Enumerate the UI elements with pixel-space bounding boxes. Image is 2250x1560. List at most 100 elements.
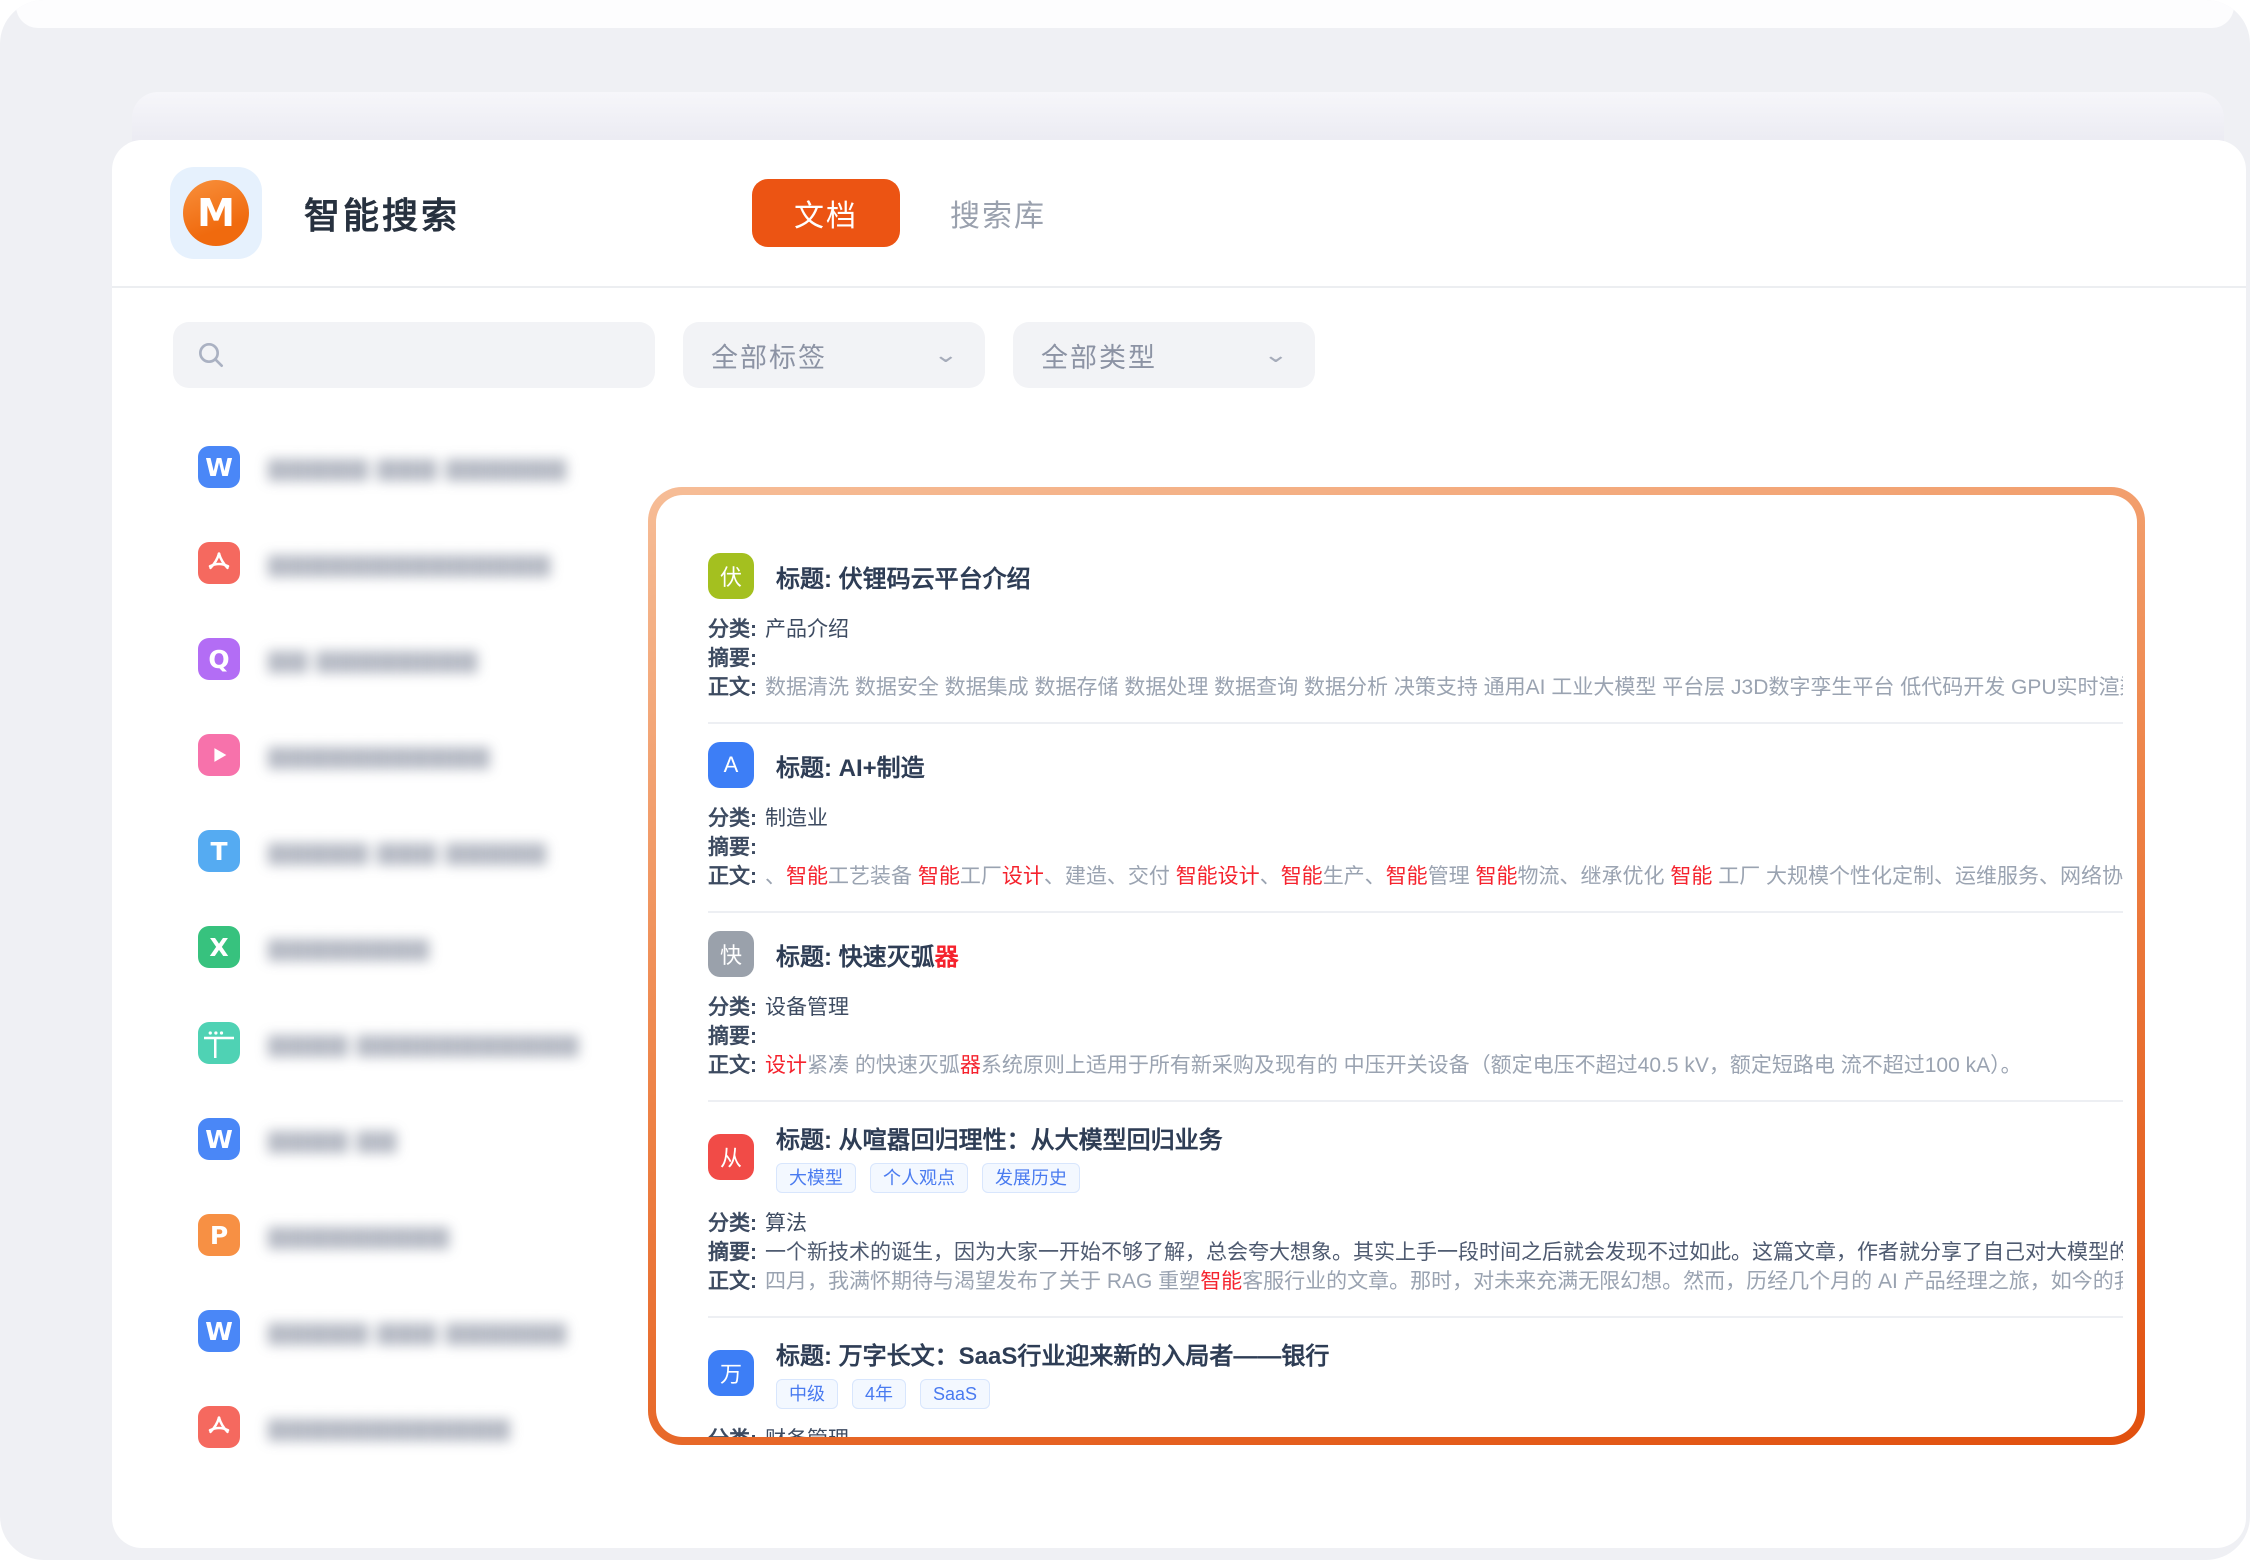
txt-file-icon: T xyxy=(198,830,240,872)
category-value: 设备管理 xyxy=(765,996,849,1019)
highlighted-keyword: 智能设计 xyxy=(1176,865,1260,888)
highlighted-keyword: 设计 xyxy=(1002,865,1044,888)
search-result-item[interactable]: 伏 标题: 伏锂码云平台介绍 分类: 产品介绍 摘要: 正文: 数据清洗 数据安全 … xyxy=(708,535,2123,722)
category-value: 产品介绍 xyxy=(765,618,849,641)
file-name-blurred: ▆▆ ▆▆▆▆▆▆▆▆ xyxy=(268,644,478,674)
result-badge: 万 xyxy=(708,1350,754,1396)
page-title: 智能搜索 xyxy=(304,187,460,239)
result-body-line: 正文:四月，我满怀期待与渴望发布了关于 RAG 重塑智能客服行业的文章。那时，对… xyxy=(708,1267,2123,1296)
result-title-block: 标题: 从喧嚣回归理性：从大模型回归业务 大模型个人观点发展历史 xyxy=(776,1120,1223,1193)
filter-row: 全部标签 ⌄ 全部类型 ⌄ xyxy=(173,322,1315,388)
word-file-icon: W xyxy=(198,1118,240,1160)
body-label: 正文: xyxy=(708,676,757,699)
tab-search-library[interactable]: 搜索库 xyxy=(908,179,1088,247)
tab-documents[interactable]: 文档 xyxy=(752,179,900,247)
result-abstract-line: 摘要: xyxy=(708,1022,2123,1051)
file-name-blurred: ▆▆▆▆▆ ▆▆▆ ▆▆▆▆▆ xyxy=(268,836,547,866)
result-badge: 从 xyxy=(708,1134,754,1180)
web-file-icon xyxy=(198,1022,240,1064)
highlighted-keyword: 设计 xyxy=(765,1054,807,1077)
word-file-icon: W xyxy=(198,446,240,488)
body-value: 设计紧凑 的快速灭弧器系统原则上适用于所有新采购及现有的 中压开关设备（额定电压… xyxy=(765,1054,2022,1077)
tag-filter-value: 全部标签 xyxy=(711,336,827,375)
category-value: 算法 xyxy=(765,1212,807,1235)
result-title: 标题: 伏锂码云平台介绍 xyxy=(776,559,1031,594)
abstract-label: 摘要: xyxy=(708,1241,757,1264)
tabs: 文档 搜索库 xyxy=(752,140,1088,286)
body-label: 正文: xyxy=(708,865,757,888)
result-title-block: 标题: 快速灭弧器 xyxy=(776,937,959,972)
results-list: 伏 标题: 伏锂码云平台介绍 分类: 产品介绍 摘要: 正文: 数据清洗 数据安全 … xyxy=(656,495,2137,1437)
type-filter-value: 全部类型 xyxy=(1041,336,1157,375)
chevron-down-icon: ⌄ xyxy=(1262,342,1291,368)
file-name-blurred: ▆▆▆▆ ▆▆ xyxy=(268,1124,397,1154)
result-tag: 发展历史 xyxy=(982,1163,1080,1193)
category-label: 分类: xyxy=(708,618,757,641)
excel-file-icon: X xyxy=(198,926,240,968)
search-icon xyxy=(195,339,227,371)
chevron-down-icon: ⌄ xyxy=(932,342,961,368)
result-body-line: 正文:、智能工艺装备 智能工厂设计、建造、交付 智能设计、智能生产、智能管理 智… xyxy=(708,862,2123,891)
result-badge: 伏 xyxy=(708,553,754,599)
result-header: 从 标题: 从喧嚣回归理性：从大模型回归业务 大模型个人观点发展历史 xyxy=(708,1120,2123,1193)
result-header: 快 标题: 快速灭弧器 xyxy=(708,931,2123,977)
result-lines: 分类:制造业 摘要: 正文:、智能工艺装备 智能工厂设计、建造、交付 智能设计、… xyxy=(708,804,2123,891)
search-input[interactable] xyxy=(241,339,633,372)
search-result-item[interactable]: 快 标题: 快速灭弧器 分类:设备管理 摘要: 正文:设计紧凑 的快速灭弧器系统… xyxy=(708,911,2123,1100)
result-title: 标题: 从喧嚣回归理性：从大模型回归业务 xyxy=(776,1120,1223,1155)
file-name-blurred: ▆▆▆▆▆ ▆▆▆ ▆▆▆▆▆▆ xyxy=(268,452,567,482)
category-label: 分类: xyxy=(708,807,757,830)
result-category-line: 分类:制造业 xyxy=(708,804,2123,833)
result-title: 标题: 万字长文：SaaS行业迎来新的入局者——银行 xyxy=(776,1336,1329,1371)
result-tags: 大模型个人观点发展历史 xyxy=(776,1163,1223,1193)
result-abstract-line: 摘要: xyxy=(708,644,2123,673)
search-result-item[interactable]: 万 标题: 万字长文：SaaS行业迎来新的入局者——银行 中级 4年 SaaS 分类… xyxy=(708,1316,2123,1437)
result-title: 标题: 快速灭弧器 xyxy=(776,937,959,972)
word-file-icon: W xyxy=(198,1310,240,1352)
pdf-file-icon xyxy=(198,542,240,584)
abstract-label: 摘要: xyxy=(708,647,757,670)
pdf-file-icon xyxy=(198,1406,240,1448)
category-label: 分类: xyxy=(708,1212,757,1235)
result-abstract-line: 摘要: 一个新技术的诞生，因为大家一开始不够了解，总会夸大想象。其实上手一段时间之… xyxy=(708,1238,2123,1267)
body-value: 四月，我满怀期待与渴望发布了关于 RAG 重塑智能客服行业的文章。那时，对未来充… xyxy=(765,1270,2123,1293)
result-abstract-line: 摘要: xyxy=(708,833,2123,862)
ppt-file-icon: P xyxy=(198,1214,240,1256)
result-tag: 中级 xyxy=(776,1379,838,1409)
result-header: A 标题: AI+制造 xyxy=(708,742,2123,788)
result-lines: 分类: 算法 摘要: 一个新技术的诞生，因为大家一开始不够了解，总会夸大想象。其实上… xyxy=(708,1209,2123,1296)
file-list-item[interactable]: W ▆▆▆▆▆ ▆▆▆ ▆▆▆▆▆▆ xyxy=(198,446,798,488)
category-label: 分类: xyxy=(708,996,757,1019)
category-label: 分类: xyxy=(708,1428,757,1437)
result-tag: SaaS xyxy=(920,1379,990,1409)
abstract-label: 摘要: xyxy=(708,1025,757,1048)
result-badge: A xyxy=(708,742,754,788)
body-value: 、智能工艺装备 智能工厂设计、建造、交付 智能设计、智能生产、智能管理 智能物流… xyxy=(765,865,2123,888)
result-tag: 4年 xyxy=(852,1379,906,1409)
search-result-item[interactable]: A 标题: AI+制造 分类:制造业 摘要: 正文:、智能工艺装备 智能工厂设计… xyxy=(708,722,2123,911)
result-category-line: 分类: 设备管理 xyxy=(708,993,2123,1022)
video-file-icon xyxy=(198,734,240,776)
file-name-blurred: ▆▆▆▆▆▆▆▆ xyxy=(268,932,430,962)
search-box[interactable] xyxy=(173,322,655,388)
header-divider xyxy=(112,286,2246,288)
result-title: 标题: AI+制造 xyxy=(776,748,925,783)
search-result-item[interactable]: 从 标题: 从喧嚣回归理性：从大模型回归业务 大模型个人观点发展历史 分类: 算法… xyxy=(708,1100,2123,1316)
highlighted-keyword: 智能 xyxy=(1281,865,1323,888)
logo-letter: M xyxy=(197,191,235,235)
file-name-blurred: ▆▆▆▆▆▆▆▆▆▆▆▆ xyxy=(268,1412,511,1442)
highlighted-keyword: 器 xyxy=(960,1054,981,1077)
file-name-blurred: ▆▆▆▆▆▆▆▆▆▆▆▆▆▆ xyxy=(268,548,551,578)
result-lines: 分类:设备管理 摘要: 正文:设计紧凑 的快速灭弧器系统原则上适用于所有新采购及… xyxy=(708,993,2123,1080)
tag-filter-dropdown[interactable]: 全部标签 ⌄ xyxy=(683,322,985,388)
abstract-value: 一个新技术的诞生，因为大家一开始不够了解，总会夸大想象。其实上手一段时间之后就会… xyxy=(765,1241,2123,1264)
logo-m-icon: M xyxy=(183,180,249,246)
highlighted-keyword: 智能 xyxy=(918,865,960,888)
file-name-blurred: ▆▆▆▆▆▆▆▆▆ xyxy=(268,1220,450,1250)
main-card: M 智能搜索 文档 搜索库 全部标签 ⌄ 全部类 xyxy=(112,140,2246,1548)
result-tag: 大模型 xyxy=(776,1163,856,1193)
result-tag: 个人观点 xyxy=(870,1163,968,1193)
result-title-block: 标题: AI+制造 xyxy=(776,748,925,783)
type-filter-dropdown[interactable]: 全部类型 ⌄ xyxy=(1013,322,1315,388)
body-value: 数据清洗 数据安全 数据集成 数据存储 数据处理 数据查询 数据分析 决策支持 … xyxy=(765,676,2123,699)
